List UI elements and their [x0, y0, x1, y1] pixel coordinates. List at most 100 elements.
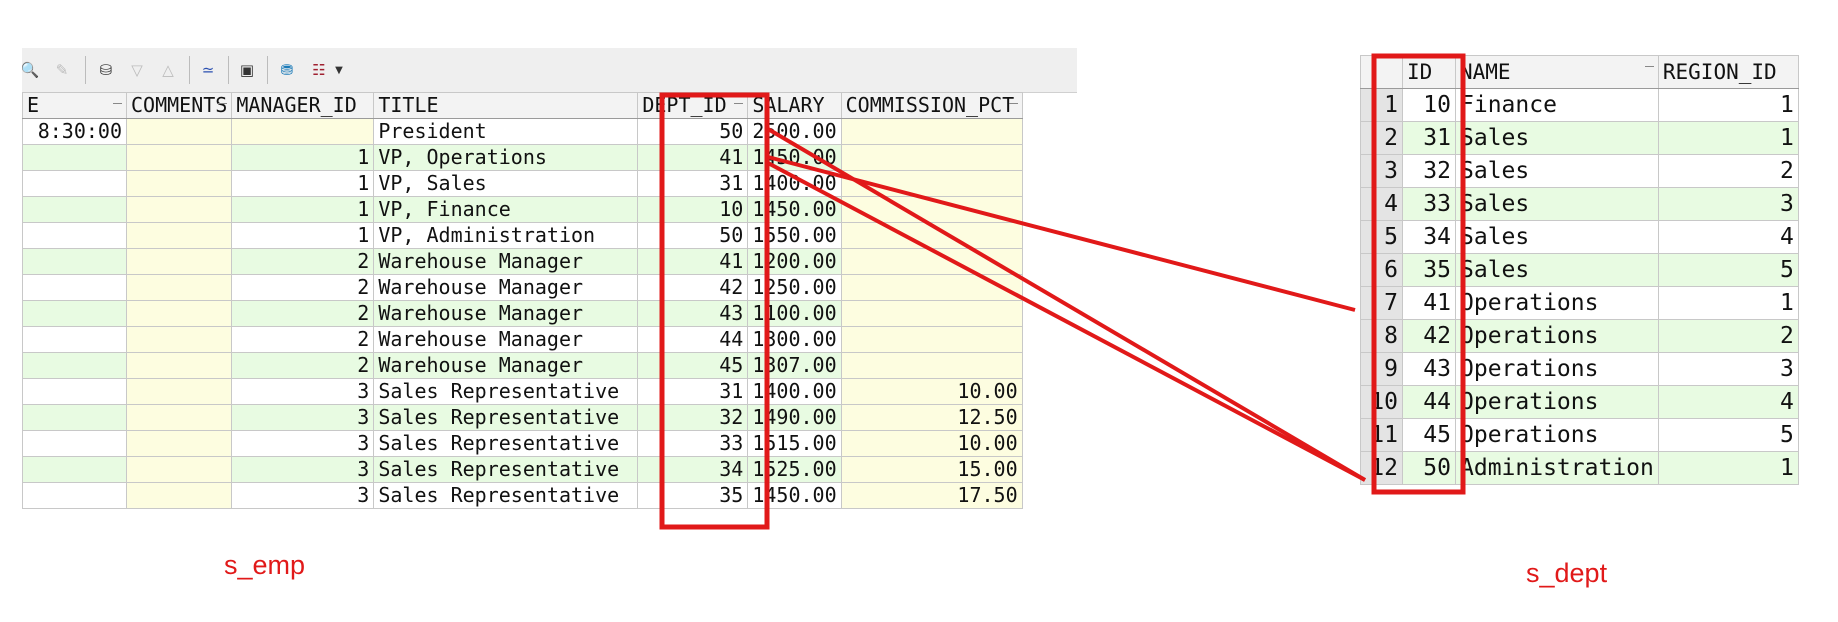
- cell-start[interactable]: [22, 430, 127, 457]
- cell-commission-pct[interactable]: 12.50: [840, 404, 1023, 431]
- arrow-down-icon[interactable]: ▽: [125, 58, 149, 82]
- binoculars-icon[interactable]: 🔍: [22, 58, 42, 82]
- table-row[interactable]: 12 50 Administration 1: [1360, 451, 1799, 485]
- cell-commission-pct[interactable]: [840, 118, 1023, 145]
- cell-title[interactable]: Sales Representative: [373, 430, 639, 457]
- cell-salary[interactable]: 1307.00: [747, 352, 842, 379]
- cell-name[interactable]: Sales: [1455, 154, 1659, 188]
- table-row[interactable]: 1 VP, Operations 41 1450.00: [22, 144, 1023, 171]
- cell-name[interactable]: Sales: [1455, 187, 1659, 221]
- table-row[interactable]: 1 10 Finance 1: [1360, 88, 1799, 122]
- cell-dept-id[interactable]: 45: [637, 352, 749, 379]
- cell-manager-id[interactable]: 3: [231, 456, 375, 483]
- cell-salary[interactable]: 1515.00: [747, 430, 842, 457]
- cell-comments[interactable]: [125, 430, 233, 457]
- col-header-name[interactable]: NAME: [1455, 55, 1659, 89]
- cell-comments[interactable]: [125, 378, 233, 405]
- cell-title[interactable]: VP, Administration: [373, 222, 639, 249]
- cell-salary[interactable]: 1400.00: [747, 170, 842, 197]
- cell-commission-pct[interactable]: [840, 326, 1023, 353]
- cell-dept-id[interactable]: 34: [637, 456, 749, 483]
- cell-salary[interactable]: 1400.00: [747, 378, 842, 405]
- cell-comments[interactable]: [125, 196, 233, 223]
- cell-region-id[interactable]: 3: [1657, 352, 1799, 386]
- cell-salary[interactable]: 1550.00: [747, 222, 842, 249]
- cell-start[interactable]: 8:30:00: [22, 118, 127, 145]
- table-row[interactable]: 2 Warehouse Manager 42 1250.00: [22, 274, 1023, 301]
- cell-manager-id[interactable]: 3: [231, 430, 375, 457]
- cell-manager-id[interactable]: 3: [231, 482, 375, 509]
- cell-name[interactable]: Operations: [1455, 385, 1659, 419]
- cell-commission-pct[interactable]: 10.00: [840, 430, 1023, 457]
- table-row[interactable]: 1 VP, Sales 31 1400.00: [22, 170, 1023, 197]
- cell-name[interactable]: Sales: [1455, 253, 1659, 287]
- table-row[interactable]: 7 41 Operations 1: [1360, 286, 1799, 320]
- cell-salary[interactable]: 2500.00: [747, 118, 842, 145]
- table-row[interactable]: 3 Sales Representative 32 1490.00 12.50: [22, 404, 1023, 431]
- cell-region-id[interactable]: 4: [1657, 220, 1799, 254]
- cell-comments[interactable]: [125, 144, 233, 171]
- cell-salary[interactable]: 1490.00: [747, 404, 842, 431]
- col-header-commission-pct[interactable]: COMMISSION_PCT: [840, 92, 1023, 119]
- cell-title[interactable]: Warehouse Manager: [373, 352, 639, 379]
- cell-name[interactable]: Sales: [1455, 121, 1659, 155]
- cell-name[interactable]: Operations: [1455, 319, 1659, 353]
- col-header-region-id[interactable]: REGION_ID: [1657, 55, 1799, 89]
- cell-region-id[interactable]: 3: [1657, 187, 1799, 221]
- cell-dept-id[interactable]: 41: [637, 144, 749, 171]
- table-row[interactable]: 2 31 Sales 1: [1360, 121, 1799, 155]
- cell-region-id[interactable]: 1: [1657, 88, 1799, 122]
- cell-region-id[interactable]: 4: [1657, 385, 1799, 419]
- cell-salary[interactable]: 1450.00: [747, 196, 842, 223]
- arrow-up-icon[interactable]: △: [156, 58, 180, 82]
- cell-start[interactable]: [22, 404, 127, 431]
- cell-id[interactable]: 31: [1402, 121, 1456, 155]
- table-row[interactable]: 11 45 Operations 5: [1360, 418, 1799, 452]
- cell-id[interactable]: 33: [1402, 187, 1456, 221]
- cell-region-id[interactable]: 2: [1657, 319, 1799, 353]
- cell-comments[interactable]: [125, 326, 233, 353]
- cell-manager-id[interactable]: 1: [231, 196, 375, 223]
- cell-title[interactable]: VP, Operations: [373, 144, 639, 171]
- cell-title[interactable]: Sales Representative: [373, 482, 639, 509]
- cell-commission-pct[interactable]: [840, 352, 1023, 379]
- cell-dept-id[interactable]: 10: [637, 196, 749, 223]
- cell-comments[interactable]: [125, 456, 233, 483]
- cell-salary[interactable]: 1250.00: [747, 274, 842, 301]
- cell-title[interactable]: Warehouse Manager: [373, 326, 639, 353]
- cell-salary[interactable]: 1450.00: [747, 144, 842, 171]
- cell-id[interactable]: 32: [1402, 154, 1456, 188]
- col-header-manager-id[interactable]: MANAGER_ID: [231, 92, 375, 119]
- table-row[interactable]: 3 Sales Representative 33 1515.00 10.00: [22, 430, 1023, 457]
- col-header-start[interactable]: E: [22, 92, 127, 119]
- cell-manager-id[interactable]: 2: [231, 248, 375, 275]
- cell-manager-id[interactable]: 2: [231, 352, 375, 379]
- cell-dept-id[interactable]: 50: [637, 222, 749, 249]
- cell-comments[interactable]: [125, 300, 233, 327]
- cell-start[interactable]: [22, 196, 127, 223]
- cell-title[interactable]: Sales Representative: [373, 404, 639, 431]
- cell-start[interactable]: [22, 482, 127, 509]
- cell-title[interactable]: VP, Sales: [373, 170, 639, 197]
- cell-dept-id[interactable]: 31: [637, 378, 749, 405]
- cell-dept-id[interactable]: 35: [637, 482, 749, 509]
- cell-dept-id[interactable]: 33: [637, 430, 749, 457]
- cell-comments[interactable]: [125, 248, 233, 275]
- cell-dept-id[interactable]: 43: [637, 300, 749, 327]
- cell-start[interactable]: [22, 300, 127, 327]
- table-row[interactable]: 8:30:00 President 50 2500.00: [22, 118, 1023, 145]
- cell-region-id[interactable]: 1: [1657, 451, 1799, 485]
- col-header-salary[interactable]: SALARY: [747, 92, 842, 119]
- dropdown-arrow-icon[interactable]: ▼: [327, 58, 351, 82]
- cell-id[interactable]: 34: [1402, 220, 1456, 254]
- cell-title[interactable]: President: [373, 118, 639, 145]
- col-header-title[interactable]: TITLE: [373, 92, 639, 119]
- cell-commission-pct[interactable]: [840, 144, 1023, 171]
- cell-manager-id[interactable]: 1: [231, 144, 375, 171]
- cell-name[interactable]: Operations: [1455, 286, 1659, 320]
- save-icon[interactable]: ▣: [235, 58, 259, 82]
- cell-salary[interactable]: 1200.00: [747, 248, 842, 275]
- cell-manager-id[interactable]: 1: [231, 222, 375, 249]
- col-header-id[interactable]: ID: [1402, 55, 1456, 89]
- cell-id[interactable]: 50: [1402, 451, 1456, 485]
